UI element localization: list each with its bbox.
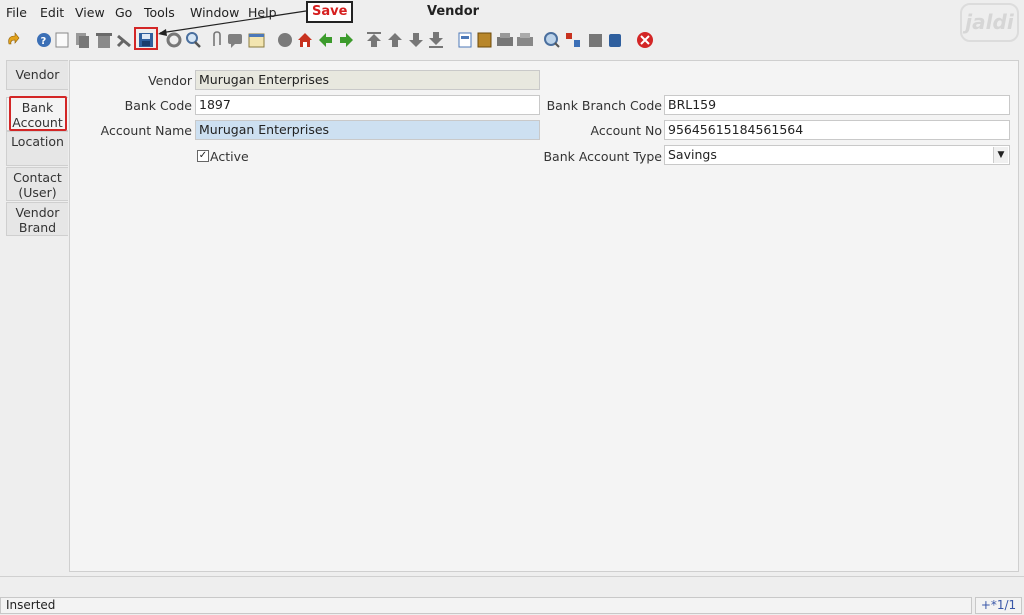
active-checkbox[interactable]: ✓	[197, 150, 209, 162]
delete-icon[interactable]	[96, 33, 112, 48]
active-label: Active	[210, 149, 249, 164]
tab-location[interactable]: Location	[6, 131, 68, 166]
previous-record-icon[interactable]	[388, 33, 402, 47]
record-indicator[interactable]: +*1/1	[975, 597, 1022, 614]
print-icon[interactable]	[497, 33, 513, 46]
parent-icon[interactable]	[298, 33, 312, 47]
help-icon[interactable]: ?	[37, 33, 51, 47]
end-icon[interactable]	[609, 34, 621, 47]
copy-icon[interactable]	[76, 33, 89, 48]
bank-code-field[interactable]: 1897	[195, 95, 540, 115]
menu-go[interactable]: Go	[115, 5, 132, 20]
vendor-field[interactable]: Murugan Enterprises	[195, 70, 540, 90]
print-preview-icon[interactable]	[517, 33, 533, 46]
menu-tools[interactable]: Tools	[144, 5, 175, 20]
bottom-divider	[0, 576, 1024, 591]
zoom-across-icon[interactable]	[544, 32, 560, 48]
tab-contact-label-1: Contact	[13, 170, 62, 185]
menu-file[interactable]: File	[6, 5, 27, 20]
account-name-field[interactable]: Murugan Enterprises	[195, 120, 540, 140]
undo-icon[interactable]	[8, 32, 20, 45]
forward-icon[interactable]	[340, 33, 353, 47]
menu-window[interactable]: Window	[190, 5, 239, 20]
tab-location-label: Location	[11, 134, 64, 149]
vendor-label: Vendor	[148, 73, 192, 88]
bank-code-label: Bank Code	[124, 98, 192, 113]
new-icon[interactable]	[55, 32, 69, 48]
account-no-label: Account No	[590, 123, 662, 138]
exit-icon[interactable]	[637, 32, 653, 48]
tab-vendor[interactable]: Vendor	[6, 60, 68, 90]
status-message: Inserted	[0, 597, 972, 614]
delete-selection-icon[interactable]	[116, 34, 131, 48]
last-record-icon[interactable]	[429, 32, 443, 48]
tab-vendor-label: Vendor	[15, 67, 60, 82]
menu-view[interactable]: View	[75, 5, 105, 20]
window-title: Vendor	[427, 4, 480, 19]
tab-contact-user[interactable]: Contact (User)	[6, 167, 68, 201]
chat-icon[interactable]	[228, 34, 242, 48]
product-info-icon[interactable]	[589, 34, 602, 47]
status-bar: Inserted +*1/1	[0, 597, 1024, 615]
tab-vendor-brand-label-2: Brand	[18, 220, 57, 235]
archive-icon[interactable]	[477, 32, 492, 48]
chevron-down-icon[interactable]: ▼	[993, 147, 1008, 163]
svg-text:?: ?	[41, 36, 47, 47]
home-icon[interactable]	[278, 33, 292, 47]
account-no-field[interactable]: 95645615184561564	[664, 120, 1010, 140]
bank-account-tab-highlight	[9, 96, 67, 131]
bank-account-type-value: Savings	[668, 147, 717, 162]
save-annotation-callout: Save	[306, 1, 354, 23]
attachment-icon[interactable]	[213, 31, 221, 46]
tab-vendor-brand[interactable]: Vendor Brand	[6, 202, 68, 236]
menu-help[interactable]: Help	[248, 5, 277, 20]
bank-branch-code-field[interactable]: BRL159	[664, 95, 1010, 115]
next-record-icon[interactable]	[409, 33, 423, 47]
menu-edit[interactable]: Edit	[40, 5, 64, 20]
back-icon[interactable]	[319, 33, 332, 47]
workflow-icon[interactable]	[566, 33, 580, 47]
menu-bar: File Edit View Go Tools Window Help Vend…	[0, 0, 1024, 42]
history-icon[interactable]	[248, 33, 265, 48]
first-record-icon[interactable]	[367, 32, 381, 47]
bank-account-type-label: Bank Account Type	[543, 149, 662, 164]
tab-contact-label-2: (User)	[18, 185, 57, 200]
tab-vendor-brand-label-1: Vendor	[15, 205, 60, 220]
account-name-label: Account Name	[100, 123, 192, 138]
refresh-icon[interactable]	[166, 32, 182, 48]
bank-account-type-select[interactable]: Savings ▼	[664, 145, 1010, 165]
bank-branch-code-label: Bank Branch Code	[546, 98, 662, 113]
save-button-highlight	[134, 27, 158, 50]
report-icon[interactable]	[458, 32, 472, 48]
find-icon[interactable]	[186, 32, 201, 48]
